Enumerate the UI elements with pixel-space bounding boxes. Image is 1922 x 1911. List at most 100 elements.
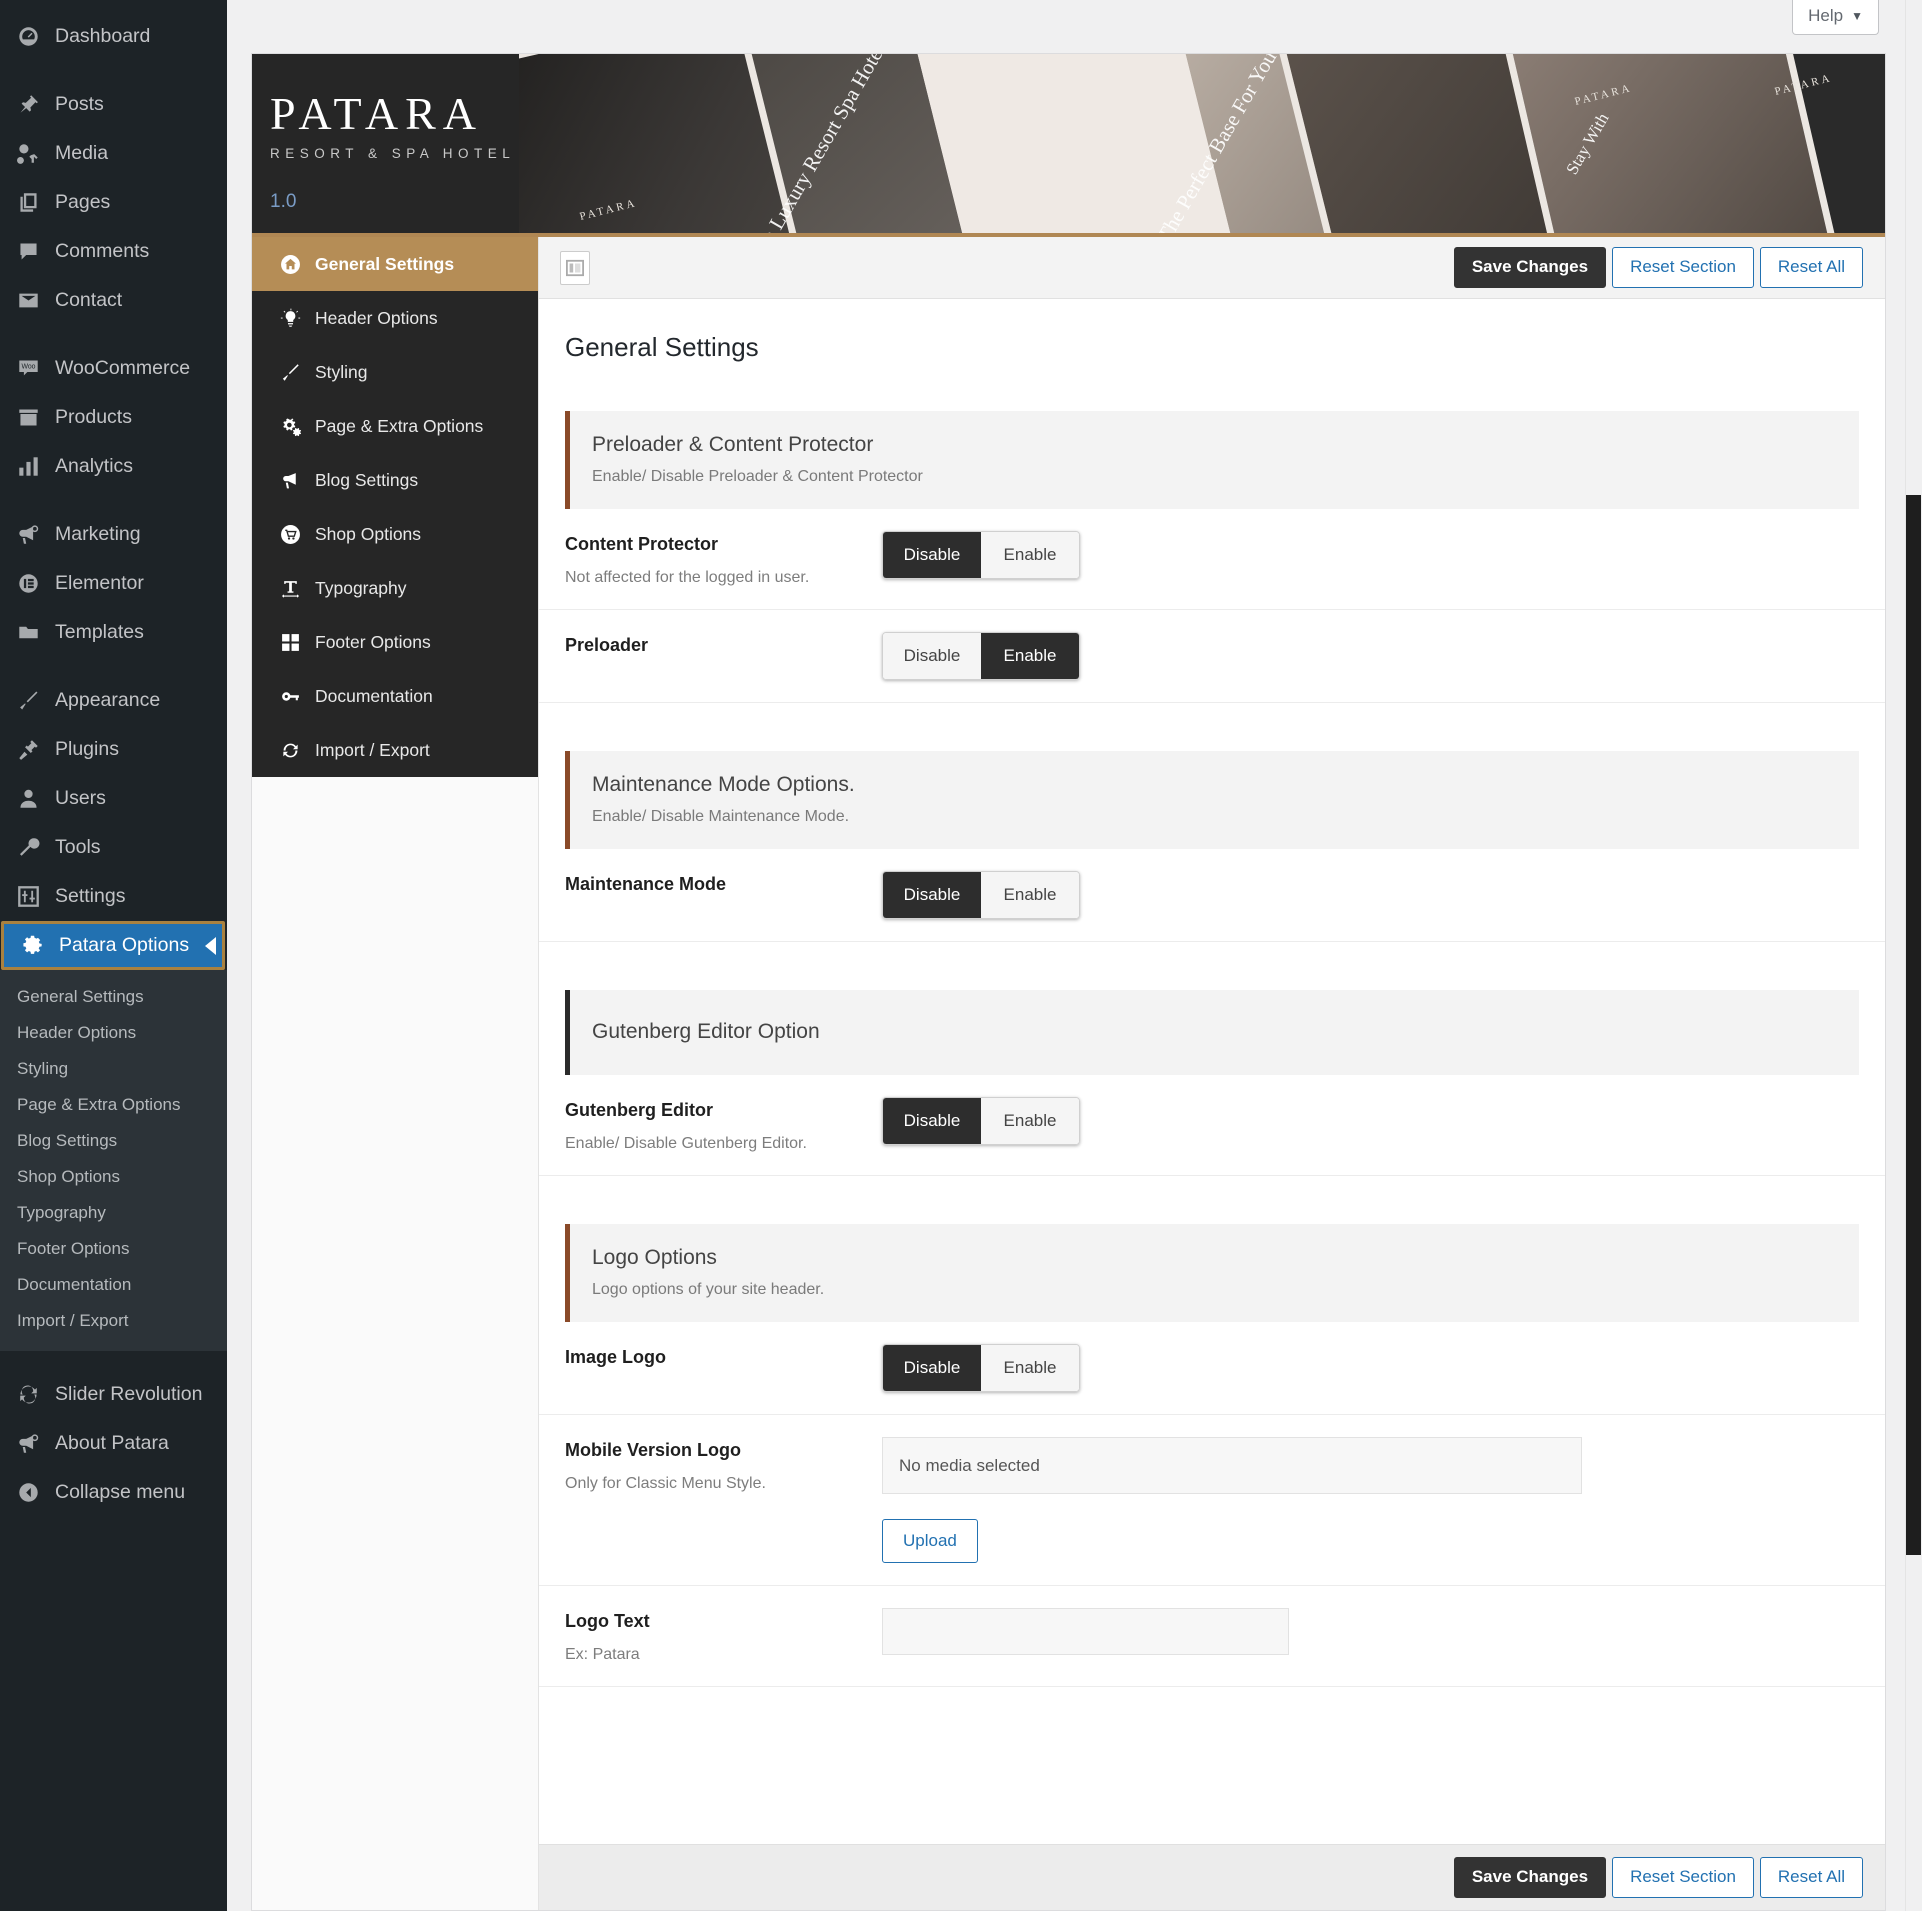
toggle-option-disable[interactable]: Disable [883,532,981,578]
wp-menu-item-contact[interactable]: Contact [0,276,227,325]
options-tab-header-options[interactable]: Header Options [252,291,538,345]
wp-submenu-item-documentation[interactable]: Documentation [0,1267,227,1303]
wp-menu-item-elementor[interactable]: Elementor [0,559,227,608]
wp-submenu-item-footer-options[interactable]: Footer Options [0,1231,227,1267]
wp-submenu-item-shop-options[interactable]: Shop Options [0,1159,227,1195]
wp-menu-item-appearance[interactable]: Appearance [0,676,227,725]
reset-all-button-bottom[interactable]: Reset All [1759,1857,1863,1898]
wp-menu-item-media[interactable]: Media [0,129,227,178]
toggle-option-enable[interactable]: Enable [981,1345,1079,1391]
bar-chart-icon [10,449,46,485]
wp-menu-item-posts[interactable]: Posts [0,80,227,129]
paintbrush-icon [273,362,307,383]
bullhorn-icon [273,470,307,491]
toggle-option-disable[interactable]: Disable [883,1098,981,1144]
options-tab-general-settings[interactable]: General Settings [252,237,538,291]
megaphone-icon [10,1426,46,1462]
toggle-switch[interactable]: Disable Enable [882,531,1080,579]
upload-button[interactable]: Upload [882,1519,978,1563]
wp-menu-item-comments[interactable]: Comments [0,227,227,276]
options-tab-documentation[interactable]: Documentation [252,669,538,723]
shopping-cart-icon [273,524,307,545]
options-content: General Settings Preloader & Content Pro… [539,299,1885,1844]
wp-menu-item-dashboard[interactable]: Dashboard [0,12,227,61]
wp-menu-item-label: WooCommerce [55,357,191,379]
section-header-logo: Logo Options Logo options of your site he… [565,1224,1859,1322]
svg-text:Woo: Woo [21,364,35,371]
wp-menu-item-about-patara[interactable]: About Patara [0,1419,227,1468]
options-nav: General Settings Header Options Styling Pag… [252,237,539,1910]
save-changes-button-bottom[interactable]: Save Changes [1453,1857,1607,1898]
wp-menu-item-label: Slider Revolution [55,1383,203,1405]
wp-menu-item-slider-revolution[interactable]: Slider Revolution [0,1370,227,1419]
logo-text-input[interactable] [882,1608,1289,1655]
banner-artwork: Patara Luxury Resort Spa Hotel The Perfe… [519,54,1885,233]
wp-menu-item-label: Appearance [55,689,161,711]
toggle-option-enable[interactable]: Enable [981,633,1079,679]
toggle-switch[interactable]: Disable Enable [882,1097,1080,1145]
section-title: Gutenberg Editor Option [592,1020,820,1043]
wp-menu-item-label: Pages [55,191,111,213]
reset-all-button-top[interactable]: Reset All [1759,247,1863,288]
toggle-option-enable[interactable]: Enable [981,1098,1079,1144]
reset-section-button-bottom[interactable]: Reset Section [1612,1857,1754,1898]
wp-submenu-item-page-extra-options[interactable]: Page & Extra Options [0,1087,227,1123]
field-label-block: Gutenberg Editor Enable/ Disable Gutenber… [565,1097,882,1153]
footer-buttons: Save Changes Reset Section Reset All [1453,1857,1863,1898]
settings-sections: Preloader & Content Protector Enable/ Dis… [539,411,1885,1687]
wp-submenu-item-header-options[interactable]: Header Options [0,1015,227,1051]
toggle-switch[interactable]: Disable Enable [882,871,1080,919]
reset-section-button-top[interactable]: Reset Section [1612,247,1754,288]
wp-submenu-item-typography[interactable]: Typography [0,1195,227,1231]
field-label-block: Mobile Version Logo Only for Classic Menu… [565,1437,882,1493]
wp-menu-item-products[interactable]: Products [0,393,227,442]
field-image-logo: Image Logo Disable Enable [539,1322,1885,1415]
field-control: Disable Enable [882,531,1859,579]
brand-block: PATARA RESORT & SPA HOTEL 1.0 [252,54,519,233]
toggle-option-disable[interactable]: Disable [883,1345,981,1391]
page-scrollbar[interactable] [1905,0,1922,1911]
wp-menu-item-marketing[interactable]: Marketing [0,510,227,559]
options-tab-typography[interactable]: Typography [252,561,538,615]
wp-menu-item-analytics[interactable]: Analytics [0,442,227,491]
panel-layout-icon[interactable] [560,250,590,285]
field-label: Image Logo [565,1347,667,1367]
options-tab-footer-options[interactable]: Footer Options [252,615,538,669]
options-tab-styling[interactable]: Styling [252,345,538,399]
scrollbar-thumb[interactable] [1906,495,1921,1555]
wp-submenu-item-styling[interactable]: Styling [0,1051,227,1087]
wp-menu-item-pages[interactable]: Pages [0,178,227,227]
wp-menu-item-collapse-menu[interactable]: Collapse menu [0,1468,227,1517]
wp-menu-item-woocommerce[interactable]: Woo WooCommerce [0,344,227,393]
options-tab-blog-settings[interactable]: Blog Settings [252,453,538,507]
wp-menu-item-plugins[interactable]: Plugins [0,725,227,774]
options-tab-shop-options[interactable]: Shop Options [252,507,538,561]
wp-menu-item-label: Collapse menu [55,1481,186,1503]
field-label-block: Content Protector Not affected for the lo… [565,531,882,587]
wp-menu-item-tools[interactable]: Tools [0,823,227,872]
wp-admin-menu: Dashboard Posts Media Pages Comments Contact W… [0,0,227,970]
options-tab-import-export[interactable]: Import / Export [252,723,538,777]
wp-menu-item-users[interactable]: Users [0,774,227,823]
wp-menu-item-label: Templates [55,621,144,643]
wp-menu-item-settings[interactable]: Settings [0,872,227,921]
help-button[interactable]: Help ▼ [1792,0,1879,35]
wp-menu-item-patara-options[interactable]: Patara Options [1,921,225,970]
toggle-switch[interactable]: Disable Enable [882,632,1080,680]
wp-menu-item-templates[interactable]: Templates [0,608,227,657]
toggle-switch[interactable]: Disable Enable [882,1344,1080,1392]
toggle-option-enable[interactable]: Enable [981,872,1079,918]
wp-submenu-item-general-settings[interactable]: General Settings [0,979,227,1015]
options-tab-page-extra-options[interactable]: Page & Extra Options [252,399,538,453]
media-preview[interactable]: No media selected [882,1437,1582,1494]
toggle-option-enable[interactable]: Enable [981,532,1079,578]
toggle-option-disable[interactable]: Disable [883,633,981,679]
wp-submenu-item-blog-settings[interactable]: Blog Settings [0,1123,227,1159]
field-logo-text: Logo Text Ex: Patara [539,1586,1885,1687]
page-title: General Settings [565,332,759,362]
toggle-option-disable[interactable]: Disable [883,872,981,918]
wp-menu-item-label: Elementor [55,572,144,594]
save-changes-button-top[interactable]: Save Changes [1453,247,1607,288]
folder-icon [10,615,46,651]
wp-submenu-item-import-export[interactable]: Import / Export [0,1303,227,1339]
